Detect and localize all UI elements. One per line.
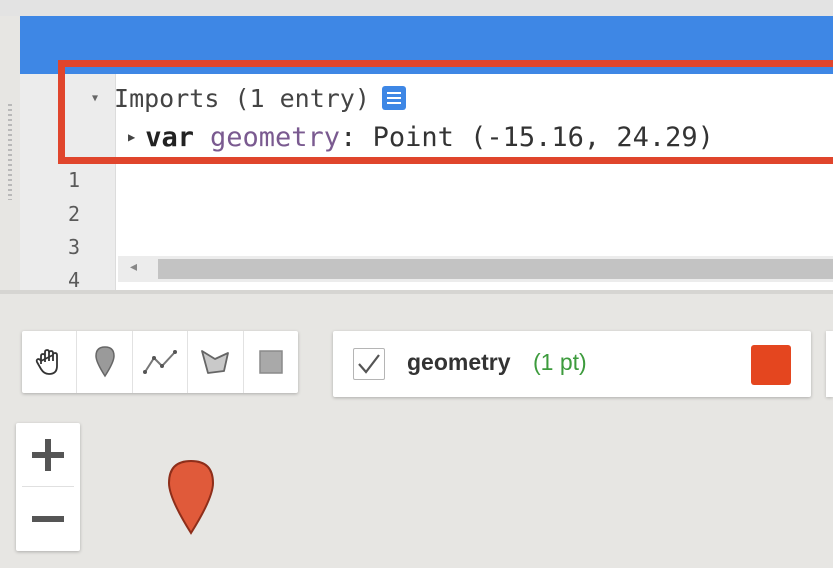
panel-divider[interactable] (0, 290, 833, 294)
expand-triangle-icon[interactable]: ▶ (128, 130, 135, 144)
top-strip (0, 0, 833, 16)
import-variable-name[interactable]: geometry (210, 122, 340, 153)
drawing-toolbar (22, 331, 298, 393)
pan-hand-icon[interactable] (22, 331, 78, 393)
layer-visibility-checkbox[interactable] (353, 348, 385, 380)
import-entry[interactable]: ▶ var geometry : Point (-15.16, 24.29) (128, 119, 714, 155)
var-keyword: var (145, 121, 195, 153)
zoom-control (16, 423, 80, 551)
rectangle-draw-icon[interactable] (244, 331, 298, 393)
checkmark-icon (358, 354, 380, 374)
geometry-layer-panel: geometry (1 pt) (333, 331, 811, 397)
editor-header-bar (20, 16, 833, 74)
line-number: 4 (67, 268, 81, 292)
show-script-icon[interactable] (381, 86, 406, 110)
line-number: 1 (67, 168, 81, 192)
minus-icon (32, 516, 64, 522)
imports-label: Imports (1 entry) (114, 83, 370, 113)
collapse-triangle-icon[interactable]: ▼ (92, 93, 98, 104)
scroll-left-icon[interactable]: ◂ (130, 258, 137, 275)
partial-panel (826, 331, 833, 397)
plus-icon (32, 439, 64, 471)
line-draw-icon[interactable] (133, 331, 189, 393)
layer-point-count: (1 pt) (533, 349, 587, 375)
line-number: 2 (67, 202, 81, 226)
imports-header[interactable]: ▼ Imports (1 entry) (92, 80, 406, 116)
horizontal-scrollbar[interactable]: ◂ (118, 256, 833, 282)
zoom-in-button[interactable] (16, 423, 80, 487)
layer-color-swatch[interactable] (751, 345, 791, 385)
map-point-marker[interactable] (166, 458, 216, 541)
polygon-draw-icon[interactable] (188, 331, 244, 393)
import-value: : Point (-15.16, 24.29) (340, 121, 714, 153)
zoom-out-button[interactable] (16, 487, 80, 551)
layer-name[interactable]: geometry (407, 349, 511, 376)
point-marker-icon[interactable] (77, 331, 133, 393)
resize-handle[interactable] (8, 104, 12, 200)
scrollbar-thumb[interactable] (158, 259, 833, 279)
line-number: 3 (67, 235, 81, 259)
